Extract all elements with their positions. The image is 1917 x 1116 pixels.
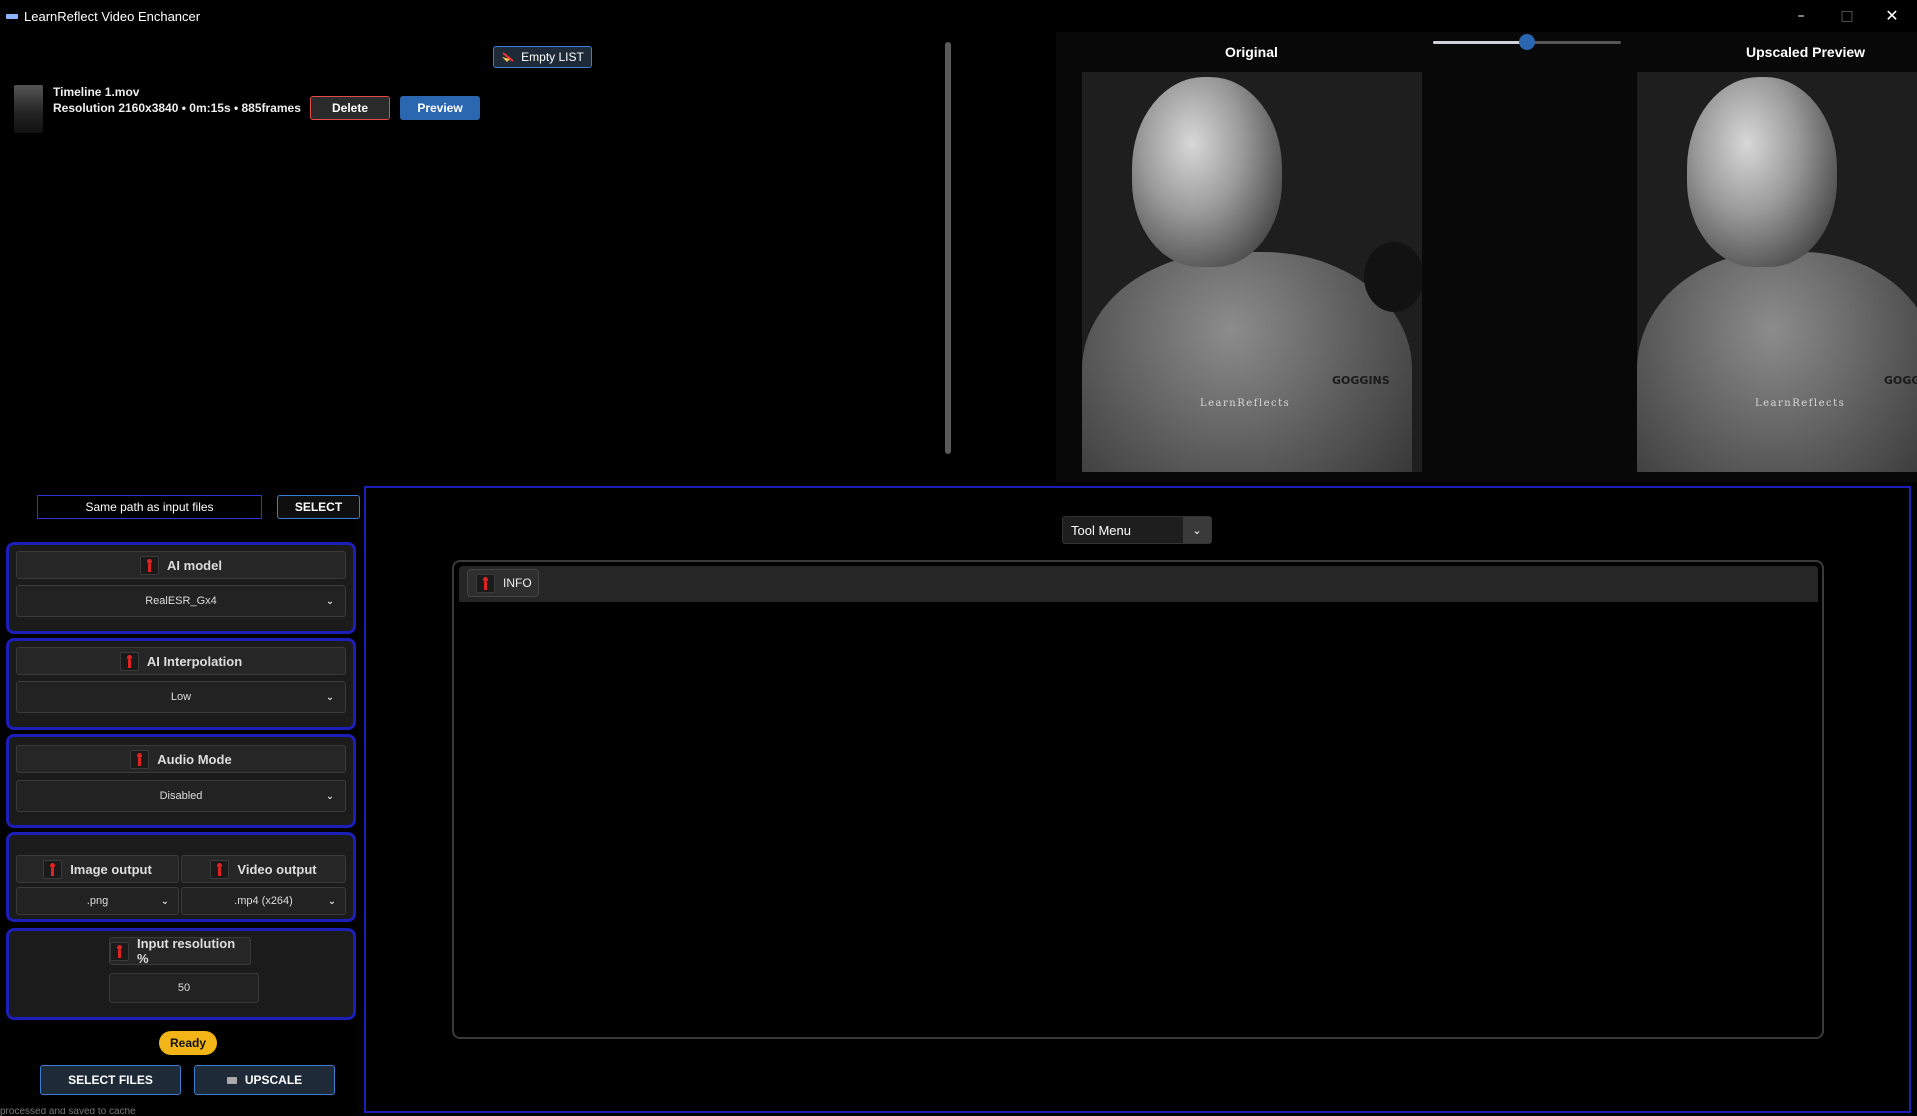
photo-head-shape (1132, 77, 1282, 267)
output-format-card: Image output Video output .png ⌄ .mp4 (x… (6, 832, 356, 922)
title-bar (0, 0, 1917, 32)
ai-model-select[interactable]: RealESR_Gx4 ⌄ (16, 585, 346, 617)
upscaled-image: GOGGINS LearnReflects (1637, 72, 1917, 472)
ai-interpolation-card: AI Interpolation Low ⌄ (6, 638, 356, 730)
chevron-down-icon: ⌄ (327, 895, 337, 907)
chevron-down-icon: ⌄ (325, 790, 335, 802)
close-button[interactable]: ✕ (1878, 6, 1906, 26)
preview-button[interactable]: Preview (400, 96, 480, 120)
audio-mode-value: Disabled (159, 790, 203, 802)
minimize-button[interactable]: – (1787, 6, 1815, 26)
photo-body-shape (1082, 252, 1412, 472)
info-icon[interactable] (119, 651, 139, 671)
input-resolution-field[interactable]: 50 (109, 973, 259, 1003)
info-icon (476, 573, 495, 593)
ai-interpolation-value: Low (170, 691, 192, 703)
ai-model-card: AI model RealESR_Gx4 ⌄ (6, 542, 356, 634)
upscale-button[interactable]: UPSCALE (194, 1065, 335, 1095)
file-thumbnail (14, 85, 43, 133)
image-output-select[interactable]: .png ⌄ (16, 887, 179, 915)
tool-menu-label: Tool Menu (1071, 523, 1131, 538)
file-meta: Resolution 2160x3840 • 0m:15s • 885frame… (53, 101, 301, 115)
input-resolution-header: Input resolution % (109, 936, 251, 966)
ai-model-value: RealESR_Gx4 (145, 595, 217, 607)
upscaled-preview-label: Upscaled Preview (1746, 44, 1866, 60)
video-output-header: Video output (181, 855, 346, 883)
ai-model-label: AI model (167, 557, 222, 573)
file-name: Timeline 1.mov (53, 85, 140, 99)
chevron-down-icon: ⌄ (325, 595, 335, 607)
delete-button[interactable]: Delete (310, 96, 390, 120)
photo-head-shape (1687, 77, 1837, 267)
ai-interpolation-label: AI Interpolation (146, 653, 243, 669)
info-box-header (459, 566, 1818, 602)
input-resolution-label: Input resolution % (136, 936, 236, 966)
select-files-button[interactable]: SELECT FILES (40, 1065, 181, 1095)
app-icon (6, 14, 18, 19)
select-output-path-button[interactable]: SELECT (277, 495, 360, 519)
compare-slider-fill (1433, 41, 1527, 44)
window-title: LearnReflect Video Enchancer (24, 9, 201, 24)
photo-brand-text: GOGGINS (1884, 374, 1917, 387)
upscale-icon (226, 1076, 237, 1084)
info-icon[interactable] (130, 749, 150, 769)
image-output-label: Image output (70, 861, 152, 877)
compare-slider-handle[interactable] (1519, 34, 1535, 50)
photo-watermark: LearnReflects (1755, 398, 1846, 409)
audio-mode-select[interactable]: Disabled ⌄ (16, 780, 346, 812)
ai-model-header: AI model (16, 551, 346, 579)
empty-list-button[interactable]: Empty LIST (493, 46, 592, 68)
original-image: GOGGINS LearnReflects (1082, 72, 1422, 472)
video-output-select[interactable]: .mp4 (x264) ⌄ (181, 887, 346, 915)
info-icon[interactable] (210, 859, 230, 879)
original-label: Original (1225, 44, 1278, 60)
chevron-down-icon: ⌄ (1183, 517, 1211, 543)
info-icon[interactable] (110, 941, 129, 961)
image-output-header: Image output (16, 855, 179, 883)
broom-icon (501, 51, 515, 63)
audio-mode-card: Audio Mode Disabled ⌄ (6, 734, 356, 828)
photo-brand-text: GOGGINS (1332, 374, 1390, 387)
file-list-scrollbar[interactable] (945, 42, 951, 454)
empty-list-label: Empty LIST (521, 50, 584, 64)
input-resolution-value: 50 (177, 982, 191, 994)
tool-menu-dropdown[interactable]: Tool Menu ⌄ (1062, 516, 1212, 544)
input-resolution-card: Input resolution % 50 (6, 928, 356, 1020)
console-output: processed and saved to cache (0, 1108, 136, 1116)
ai-interpolation-select[interactable]: Low ⌄ (16, 681, 346, 713)
photo-watermark: LearnReflects (1200, 398, 1291, 409)
video-output-label: Video output (237, 861, 317, 877)
audio-mode-header: Audio Mode (16, 745, 346, 773)
info-icon[interactable] (43, 859, 63, 879)
chevron-down-icon: ⌄ (160, 895, 170, 907)
photo-microphone-shape (1364, 242, 1422, 312)
audio-mode-label: Audio Mode (157, 751, 232, 767)
status-badge: Ready (159, 1031, 217, 1055)
output-path-field[interactable]: Same path as input files (37, 495, 262, 519)
video-output-value: .mp4 (x264) (234, 895, 293, 907)
info-tab-label: INFO (503, 576, 532, 590)
image-output-value: .png (86, 895, 109, 907)
upscale-label: UPSCALE (244, 1073, 303, 1087)
info-tab[interactable]: INFO (467, 569, 539, 597)
maximize-button[interactable]: □ (1833, 6, 1861, 26)
chevron-down-icon: ⌄ (325, 691, 335, 703)
photo-body-shape (1637, 252, 1917, 472)
info-icon[interactable] (140, 555, 160, 575)
ai-interpolation-header: AI Interpolation (16, 647, 346, 675)
info-box (452, 560, 1824, 1039)
